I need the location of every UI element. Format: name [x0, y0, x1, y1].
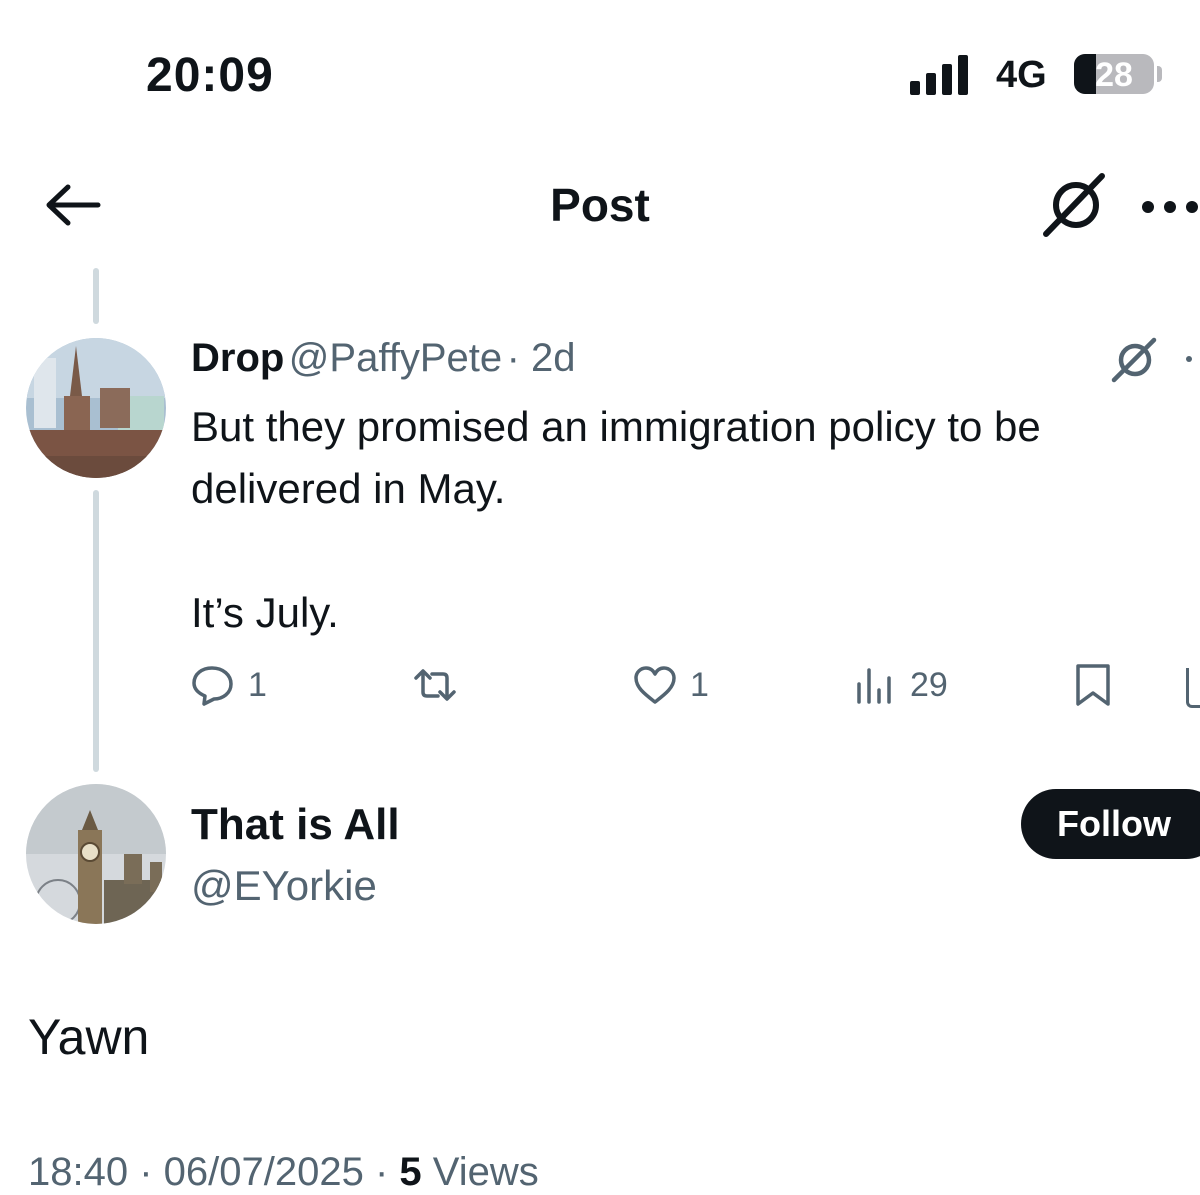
cellular-signal-icon	[910, 55, 974, 95]
bookmark-icon	[1076, 664, 1110, 706]
thread-line-top	[93, 268, 99, 324]
views-button[interactable]: 29	[852, 660, 948, 710]
avatar-big-ben-image	[26, 784, 166, 924]
post-header: Drop @PaffyPete · 2d	[191, 336, 576, 381]
views-label: Views	[432, 1150, 539, 1194]
author-handle[interactable]: @EYorkie	[191, 862, 377, 910]
author-name[interactable]: Drop	[191, 336, 284, 380]
views-count: 29	[910, 665, 948, 704]
battery-icon: 28	[1074, 54, 1154, 94]
reply-count: 1	[248, 665, 267, 704]
post-timestamp: 18:40 · 06/07/2025 ·	[28, 1150, 389, 1194]
grok-icon[interactable]	[1040, 172, 1110, 238]
views-count: 5	[399, 1150, 422, 1194]
author-handle[interactable]: @PaffyPete	[289, 336, 502, 380]
more-icon[interactable]	[1186, 356, 1192, 362]
avatar-city-image	[26, 338, 166, 478]
like-button[interactable]: 1	[632, 660, 709, 710]
follow-button[interactable]: Follow	[1021, 789, 1200, 859]
battery-tip	[1157, 66, 1162, 82]
post-meta: 18:40 · 06/07/2025 · 5 Views	[28, 1150, 539, 1195]
page-title: Post	[550, 179, 650, 231]
share-icon[interactable]	[1186, 668, 1200, 708]
avatar[interactable]	[26, 338, 166, 478]
author-name[interactable]: That is All	[191, 800, 400, 850]
reply-button[interactable]: 1	[190, 660, 267, 710]
post-text: But they promised an immigration policy …	[191, 403, 1041, 636]
retweet-button[interactable]	[412, 660, 470, 710]
reply-icon	[192, 666, 233, 706]
post-text: Yawn	[28, 1009, 150, 1065]
views-icon	[857, 668, 891, 704]
network-type: 4G	[996, 54, 1047, 96]
retweet-icon	[414, 669, 456, 701]
grok-icon[interactable]	[1108, 336, 1160, 384]
heart-icon	[634, 666, 676, 704]
avatar[interactable]	[26, 784, 166, 924]
more-icon[interactable]	[1140, 200, 1200, 214]
post-age: · 2d	[506, 336, 576, 380]
bookmark-button[interactable]	[1072, 660, 1130, 710]
thread-line	[93, 490, 99, 772]
like-count: 1	[690, 665, 709, 704]
status-time: 20:09	[146, 49, 274, 102]
battery-level: 28	[1095, 56, 1133, 94]
